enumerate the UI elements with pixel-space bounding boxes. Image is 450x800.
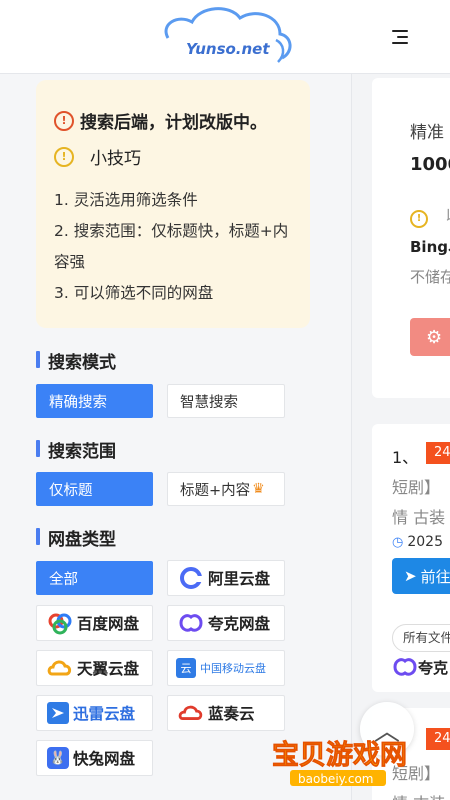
pan-baidu-option[interactable]: 百度网盘 (36, 605, 153, 641)
pan-cmcc-option[interactable]: 云 中国移动云盘 (167, 650, 285, 686)
mode-label: 精准 (410, 123, 444, 143)
result-date: ◷ 2025 (392, 534, 443, 550)
date-badge: 24 (426, 442, 450, 464)
pan-xunlei-option[interactable]: 迅雷云盘 (36, 695, 153, 731)
pan-label: 阿里云盘 (208, 570, 271, 588)
result-title-line: 情 古装 (392, 508, 446, 527)
top-bar: Yunso.net (0, 0, 450, 74)
bing-text: Bing、 (410, 238, 450, 256)
crown-icon: ♛ (252, 481, 265, 497)
site-logo[interactable]: Yunso.net (158, 4, 298, 68)
quark-label: 夸克 (392, 656, 448, 678)
pan-quark-option[interactable]: 夸克网盘 (167, 605, 285, 641)
tips-list: 1. 灵活选用筛选条件 2. 搜索范围：仅标题快，标题+内容强 3. 可以筛选不… (54, 185, 300, 309)
tips-title: 小技巧 (90, 149, 141, 169)
pan-label: 蓝奏云 (208, 705, 255, 723)
result-count: 1000 (410, 154, 450, 175)
info-icon: ! (410, 209, 428, 228)
gear-icon: ⚙ (426, 326, 443, 348)
menu-icon[interactable] (386, 22, 414, 52)
result-title-line: 短剧】 (392, 478, 441, 497)
result-card-1[interactable]: 1、 24 短剧】 情 古装 ◷ 2025 ➤ 前往 所有文件 夸克 (372, 424, 450, 692)
pan-aliyun-option[interactable]: 阿里云盘 (167, 560, 285, 596)
result-index: 1、 (392, 448, 419, 467)
quark-icon (178, 611, 204, 635)
tip-item: 1. 灵活选用筛选条件 (54, 191, 198, 209)
pan-label: 天翼云盘 (77, 660, 140, 678)
search-info-card: 精准 1000 ! 以 Bing、 不储存 ⚙ (372, 78, 450, 398)
pan-label: 快兔网盘 (73, 750, 136, 768)
mode-exact-option[interactable]: 精确搜索 (36, 384, 153, 418)
info-icon: ! (54, 146, 74, 167)
tips-title-line: ! 小技巧 (54, 144, 141, 169)
settings-button[interactable]: ⚙ (410, 318, 450, 356)
baidu-icon (47, 611, 73, 635)
notice-line: ! 搜索后端，计划改版中。 (54, 108, 267, 133)
filter-sidebar: ! 搜索后端，计划改版中。 ! 小技巧 1. 灵活选用筛选条件 2. 搜索范围：… (0, 74, 352, 800)
cmcc-icon: 云 (176, 658, 196, 678)
tip-item: 2. 搜索范围：仅标题快，标题+内容强 (54, 222, 289, 271)
rabbit-icon: 🐰 (47, 747, 69, 769)
send-icon: ➤ (404, 567, 417, 585)
quark-text: 夸克 (418, 658, 449, 677)
hint-line: ! 以 (410, 202, 450, 228)
logo-text: Yunso.net (186, 40, 270, 58)
no-store-text: 不储存 (410, 268, 450, 286)
tips-box: ! 搜索后端，计划改版中。 ! 小技巧 1. 灵活选用筛选条件 2. 搜索范围：… (36, 80, 310, 328)
svg-text:baobeiy.com: baobeiy.com (298, 772, 373, 786)
goto-button[interactable]: ➤ 前往 (392, 558, 450, 594)
hint-prefix: 以 (445, 206, 450, 225)
lanzou-icon (178, 701, 204, 725)
scope-title-only-option[interactable]: 仅标题 (36, 472, 153, 506)
date-text: 2025 (407, 534, 443, 550)
xunlei-icon (47, 702, 69, 724)
aliyun-icon (178, 566, 204, 590)
quark-icon (393, 658, 417, 676)
mode-smart-option[interactable]: 智慧搜索 (167, 384, 285, 418)
watermark-logo: 宝贝游戏网 baobeiy.com (272, 739, 407, 786)
pan-label: 中国移动云盘 (200, 662, 266, 675)
clock-icon: ◷ (392, 534, 404, 550)
pan-type-title: 网盘类型 (36, 525, 116, 550)
goto-label: 前往 (420, 567, 450, 586)
pan-label: 迅雷云盘 (73, 705, 136, 723)
pan-all-option[interactable]: 全部 (36, 561, 153, 595)
watermark: 宝贝游戏网 baobeiy.com (268, 710, 450, 800)
tip-item: 3. 可以筛选不同的网盘 (54, 284, 214, 302)
notice-text: 搜索后端，计划改版中。 (80, 113, 267, 133)
scope-title-content-label: 标题+内容 (180, 482, 251, 499)
pan-tianyi-option[interactable]: 天翼云盘 (36, 650, 153, 686)
tianyi-icon (47, 656, 73, 680)
search-mode-title: 搜索模式 (36, 348, 116, 373)
pan-label: 夸克网盘 (208, 615, 271, 633)
pan-kuaitu-option[interactable]: 🐰 快兔网盘 (36, 740, 153, 776)
alert-icon: ! (54, 110, 74, 131)
all-files-chip[interactable]: 所有文件 (392, 624, 450, 652)
pan-label: 百度网盘 (77, 615, 140, 633)
cloud-logo-icon (164, 7, 292, 63)
scope-title-content-option[interactable]: 标题+内容 ♛ (167, 472, 285, 506)
search-scope-title: 搜索范围 (36, 437, 116, 462)
svg-text:宝贝游戏网: 宝贝游戏网 (272, 739, 407, 771)
